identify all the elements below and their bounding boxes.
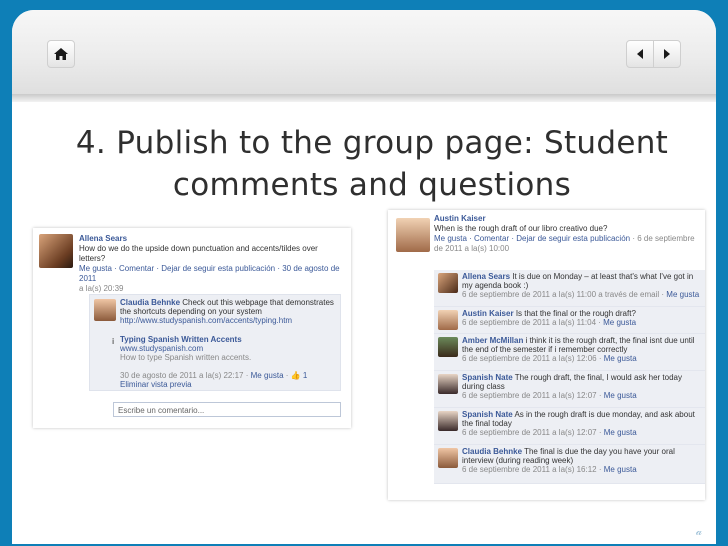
next-slide-button[interactable] bbox=[653, 40, 681, 68]
comment-author[interactable]: Amber McMillan bbox=[462, 336, 523, 345]
comment-meta: 6 de septiembre de 2011 a la(s) 12:06 · bbox=[462, 354, 602, 363]
comment-item: Allena Sears It is due on Monday – at le… bbox=[434, 270, 705, 307]
author-avatar bbox=[39, 234, 73, 268]
slide-title: 4. Publish to the group page: Student co… bbox=[72, 122, 672, 206]
comment-avatar bbox=[438, 273, 458, 293]
comment-item: Amber McMillan i think it is the rough d… bbox=[434, 334, 705, 371]
title-line-1: 4. Publish to the group page: Student bbox=[75, 125, 669, 161]
comment-author[interactable]: Spanish Nate bbox=[462, 410, 513, 419]
arrow-right-icon bbox=[664, 49, 670, 59]
slide-header bbox=[12, 10, 716, 94]
arrow-left-icon bbox=[637, 49, 643, 59]
remove-preview-link[interactable]: Eliminar vista previa bbox=[120, 380, 336, 389]
comment-like-link[interactable]: Me gusta bbox=[604, 428, 637, 437]
comment-meta: 6 de septiembre de 2011 a la(s) 16:12 · bbox=[462, 465, 602, 474]
comment-avatar bbox=[438, 411, 458, 431]
comment-meta: 6 de septiembre de 2011 a la(s) 12:07 · bbox=[462, 391, 602, 400]
link-title[interactable]: Typing Spanish Written Accents bbox=[120, 335, 336, 344]
title-line-2: comments and questions bbox=[172, 167, 572, 203]
left-facebook-post: Allena Sears How do we do the upside dow… bbox=[33, 228, 351, 428]
comment-meta: 6 de septiembre de 2011 a la(s) 11:00 a … bbox=[462, 290, 665, 299]
link-icon: i bbox=[112, 337, 115, 346]
author-avatar bbox=[396, 218, 430, 252]
comment-avatar bbox=[438, 448, 458, 468]
comment-item: Austin Kaiser Is that the final or the r… bbox=[434, 307, 705, 334]
link-description: How to type Spanish written accents. bbox=[120, 353, 252, 362]
comment-text: Is that the final or the rough draft? bbox=[515, 309, 636, 318]
post-author[interactable]: Austin Kaiser bbox=[434, 214, 701, 224]
comment-like-link[interactable]: Me gusta bbox=[604, 354, 637, 363]
comment-author[interactable]: Allena Sears bbox=[462, 272, 510, 281]
corner-logo-icon: 𝒶 bbox=[696, 526, 703, 538]
comment-author[interactable]: Spanish Nate bbox=[462, 373, 513, 382]
comment-like-link[interactable]: Me gusta bbox=[666, 290, 699, 299]
comment-avatar bbox=[438, 337, 458, 357]
comment-like-link[interactable]: Me gusta bbox=[251, 371, 284, 380]
comment-author[interactable]: Claudia Behnke bbox=[462, 447, 522, 456]
comment-box: Claudia Behnke Check out this webpage th… bbox=[89, 294, 341, 391]
comment-meta: 6 de septiembre de 2011 a la(s) 11:04 · bbox=[462, 318, 601, 327]
comment-item: Spanish Nate The rough draft, the final,… bbox=[434, 371, 705, 408]
post-actions[interactable]: Me gusta · Comentar · Dejar de seguir es… bbox=[434, 234, 630, 243]
comment-avatar bbox=[438, 374, 458, 394]
home-icon bbox=[54, 48, 68, 60]
comment-like-link[interactable]: Me gusta bbox=[604, 391, 637, 400]
slide-frame: 4. Publish to the group page: Student co… bbox=[12, 10, 716, 544]
thumbs-up-icon: · 👍 bbox=[285, 371, 301, 380]
post-time: a la(s) 20:39 bbox=[79, 284, 124, 293]
comment-item: Spanish Nate As in the rough draft is du… bbox=[434, 408, 705, 445]
link-domain[interactable]: www.studyspanish.com bbox=[120, 344, 336, 353]
comment-input[interactable]: Escribe un comentario... bbox=[113, 402, 341, 417]
comment-url[interactable]: http://www.studyspanish.com/accents/typi… bbox=[120, 316, 292, 325]
right-facebook-post: Austin Kaiser When is the rough draft of… bbox=[388, 210, 705, 500]
comment-like-link[interactable]: Me gusta bbox=[603, 318, 636, 327]
post-text: When is the rough draft of our libro cre… bbox=[434, 224, 608, 233]
comment-like-link[interactable]: Me gusta bbox=[604, 465, 637, 474]
comment-author[interactable]: Austin Kaiser bbox=[462, 309, 514, 318]
comment-avatar bbox=[94, 299, 116, 321]
post-actions[interactable]: Me gusta · Comentar · Dejar de seguir es… bbox=[79, 264, 345, 284]
comment-item: Claudia Behnke The final is due the day … bbox=[434, 445, 705, 484]
comment-author[interactable]: Claudia Behnke bbox=[120, 298, 180, 307]
home-button[interactable] bbox=[47, 40, 75, 68]
likes-count[interactable]: 1 bbox=[303, 371, 307, 380]
post-author[interactable]: Allena Sears bbox=[79, 234, 345, 244]
prev-slide-button[interactable] bbox=[626, 40, 654, 68]
header-divider bbox=[12, 94, 716, 102]
comment-avatar bbox=[438, 310, 458, 330]
comment-meta: 6 de septiembre de 2011 a la(s) 12:07 · bbox=[462, 428, 602, 437]
comment-meta: 30 de agosto de 2011 a la(s) 22:17 · bbox=[120, 371, 249, 380]
post-text: How do we do the upside down punctuation… bbox=[79, 244, 318, 263]
